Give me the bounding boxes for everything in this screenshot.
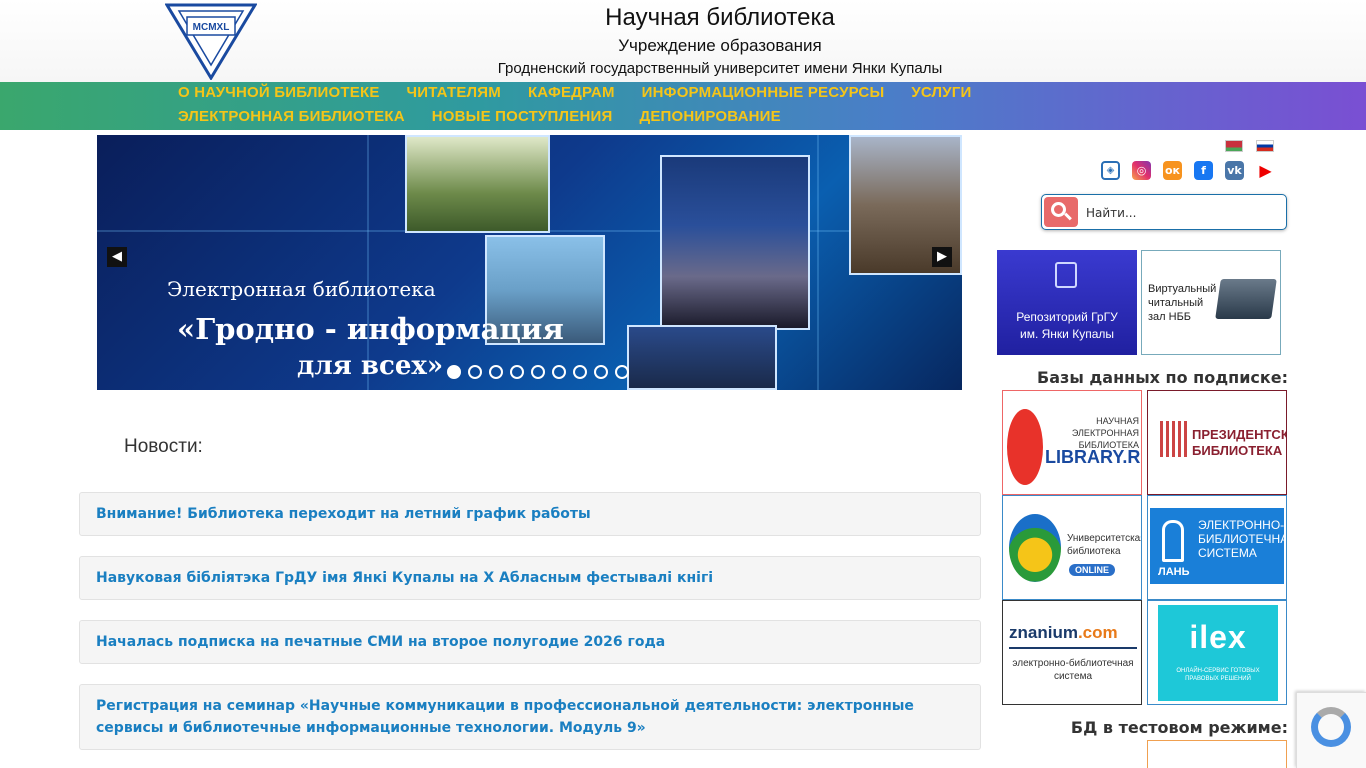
repository-banner-text: Репозиторий ГрГУ им. Янки Купалы [1016, 309, 1118, 341]
university-logo[interactable]: MCMXL [165, 3, 257, 80]
nav-item-new-arrivals[interactable]: НОВЫЕ ПОСТУПЛЕНИЯ [432, 108, 613, 125]
lan-name: ЛАНЬ [1158, 566, 1190, 578]
elibrary-caption: НАУЧНАЯ ЭЛЕКТРОННАЯ БИБЛИОТЕКА [1071, 416, 1139, 450]
online-badge: ONLINE [1069, 564, 1116, 576]
image-slider[interactable]: Электронная библиотека «Гродно - информа… [97, 135, 962, 390]
lan-ebs-banner[interactable]: ЛАНЬ ЭЛЕКТРОННО-БИБЛИОТЕЧНАЯ СИСТЕМА [1147, 495, 1287, 600]
institution-type: Учреждение образования [618, 36, 822, 55]
slider-pagination [447, 365, 636, 379]
education-icon[interactable]: ◈ [1101, 161, 1120, 180]
search-input[interactable] [1086, 202, 1276, 224]
news-link[interactable]: Внимание! Библиотека переходит на летний… [96, 503, 591, 525]
main-navigation: О НАУЧНОЙ БИБЛИОТЕКЕ ЧИТАТЕЛЯМ КАФЕДРАМ … [0, 82, 1366, 130]
repository-emblem-icon [1055, 262, 1077, 288]
site-header: MCMXL Научная библиотека Учреждение обра… [0, 0, 1366, 82]
subscription-db-label: Базы данных по подписке: [1037, 368, 1288, 387]
logo-text: MCMXL [193, 22, 230, 33]
nav-item-depositing[interactable]: ДЕПОНИРОВАНИЕ [639, 108, 780, 125]
flag-by-icon[interactable] [1225, 140, 1243, 152]
nav-item-departments[interactable]: КАФЕДРАМ [528, 84, 615, 101]
nav-row-1: О НАУЧНОЙ БИБЛИОТЕКЕ ЧИТАТЕЛЯМ КАФЕДРАМ … [178, 84, 998, 101]
vk-icon[interactable]: vk [1225, 161, 1244, 180]
facebook-icon[interactable]: f [1194, 161, 1213, 180]
slider-dot[interactable] [510, 365, 524, 379]
znanium-logo: znanium.com [1009, 623, 1118, 643]
news-item[interactable]: Внимание! Библиотека переходит на летний… [79, 492, 981, 536]
presidential-library-banner[interactable]: ПРЕЗИДЕНТСКАЯ БИБЛИОТЕКА [1147, 390, 1287, 495]
chevron-right-icon[interactable]: ▶ [932, 247, 952, 267]
slider-dot[interactable] [447, 365, 461, 379]
repository-banner[interactable]: Репозиторий ГрГУ им. Янки Купалы [997, 250, 1137, 355]
university-library-logo-icon [1009, 514, 1061, 582]
search-box [1041, 194, 1287, 230]
ilex-description: ОНЛАЙН-СЕРВИС ГОТОВЫХ ПРАВОВЫХ РЕШЕНИЙ [1176, 668, 1260, 682]
university-library-online-banner[interactable]: Университетская библиотека ONLINE [1002, 495, 1142, 600]
news-item[interactable]: Регистрация на семинар «Научные коммуник… [79, 684, 981, 750]
test-mode-db-label: БД в тестовом режиме: [1070, 718, 1288, 737]
slider-dot[interactable] [615, 365, 629, 379]
znanium-banner[interactable]: znanium.com электронно-библиотечная сист… [1002, 600, 1142, 705]
virtual-hall-text: Виртуальный читальный зал НББ [1148, 282, 1217, 323]
elibrary-logo-icon [1007, 409, 1043, 485]
university-name: Гродненский государственный университет … [497, 60, 943, 77]
slide-caption-line3: для всех» [297, 351, 444, 381]
lan-description: ЭЛЕКТРОННО-БИБЛИОТЕЧНАЯ СИСТЕМА [1198, 518, 1286, 560]
slider-dot[interactable] [573, 365, 587, 379]
znanium-divider [1009, 647, 1137, 649]
slide-caption-line2: «Гродно - информация [177, 312, 564, 346]
slider-dot[interactable] [531, 365, 545, 379]
news-link[interactable]: Началась подписка на печатные СМИ на вто… [96, 631, 665, 653]
znanium-description: электронно-библиотечная система [1012, 658, 1134, 682]
slide-photo-cathedral [660, 155, 810, 330]
slider-dot[interactable] [468, 365, 482, 379]
elibrary-banner[interactable]: НАУЧНАЯ ЭЛЕКТРОННАЯ БИБЛИОТЕКА LIBRARY.R… [1002, 390, 1142, 495]
nav-item-readers[interactable]: ЧИТАТЕЛЯМ [407, 84, 501, 101]
ilex-logo: ilex [1189, 619, 1247, 655]
slider-dot[interactable] [489, 365, 503, 379]
chevron-left-icon[interactable]: ◀ [107, 247, 127, 267]
nav-item-info-resources[interactable]: ИНФОРМАЦИОННЫЕ РЕСУРСЫ [642, 84, 885, 101]
slider-dot[interactable] [594, 365, 608, 379]
slide-photo-town [405, 135, 550, 233]
news-link[interactable]: Навуковая бібліятэка ГрДУ імя Янкі Купал… [96, 567, 713, 589]
test-db-banner[interactable] [1147, 740, 1287, 768]
youtube-icon[interactable]: ▶ [1256, 161, 1275, 180]
znanium-logo-main: znanium [1009, 623, 1078, 642]
presidential-library-name: ПРЕЗИДЕНТСКАЯ БИБЛИОТЕКА [1192, 427, 1286, 458]
news-link[interactable]: Регистрация на семинар «Научные коммуник… [96, 695, 964, 739]
search-button[interactable] [1044, 197, 1078, 227]
nav-row-2: ЭЛЕКТРОННАЯ БИБЛИОТЕКА НОВЫЕ ПОСТУПЛЕНИЯ… [178, 108, 808, 125]
deer-icon [1162, 520, 1184, 562]
slide-photo-night [627, 325, 777, 390]
instagram-icon[interactable]: ◎ [1132, 161, 1151, 180]
odnoklassniki-icon[interactable]: ок [1163, 161, 1182, 180]
nav-item-about[interactable]: О НАУЧНОЙ БИБЛИОТЕКЕ [178, 84, 380, 101]
elibrary-name: LIBRARY.RU [1045, 447, 1141, 467]
nav-item-e-library[interactable]: ЭЛЕКТРОННАЯ БИБЛИОТЕКА [178, 108, 405, 125]
slide-decor-line [817, 135, 819, 390]
nav-item-services[interactable]: УСЛУГИ [911, 84, 971, 101]
flag-ru-icon[interactable] [1256, 140, 1274, 152]
social-links: ◈ ◎ ок f vk ▶ [1101, 161, 1287, 180]
znanium-logo-suffix: .com [1077, 623, 1118, 642]
slide-caption-line1: Электронная библиотека [167, 277, 436, 301]
slider-dot[interactable] [552, 365, 566, 379]
university-library-name: Университетская библиотека [1067, 533, 1142, 557]
ilex-banner[interactable]: ilex ОНЛАЙН-СЕРВИС ГОТОВЫХ ПРАВОВЫХ РЕШЕ… [1147, 600, 1287, 705]
news-item[interactable]: Началась подписка на печатные СМИ на вто… [79, 620, 981, 664]
virtual-reading-hall-banner[interactable]: Виртуальный читальный зал НББ [1141, 250, 1281, 355]
presidential-building-icon [1160, 421, 1188, 457]
laptop-icon [1215, 279, 1277, 319]
search-icon-handle [1064, 212, 1072, 221]
library-title: Научная библиотека [605, 4, 835, 31]
news-item[interactable]: Навуковая бібліятэка ГрДУ імя Янкі Купал… [79, 556, 981, 600]
news-heading: Новости: [124, 436, 203, 457]
language-switcher [1225, 140, 1287, 152]
recaptcha-icon [1311, 707, 1351, 747]
recaptcha-badge[interactable] [1296, 692, 1366, 768]
